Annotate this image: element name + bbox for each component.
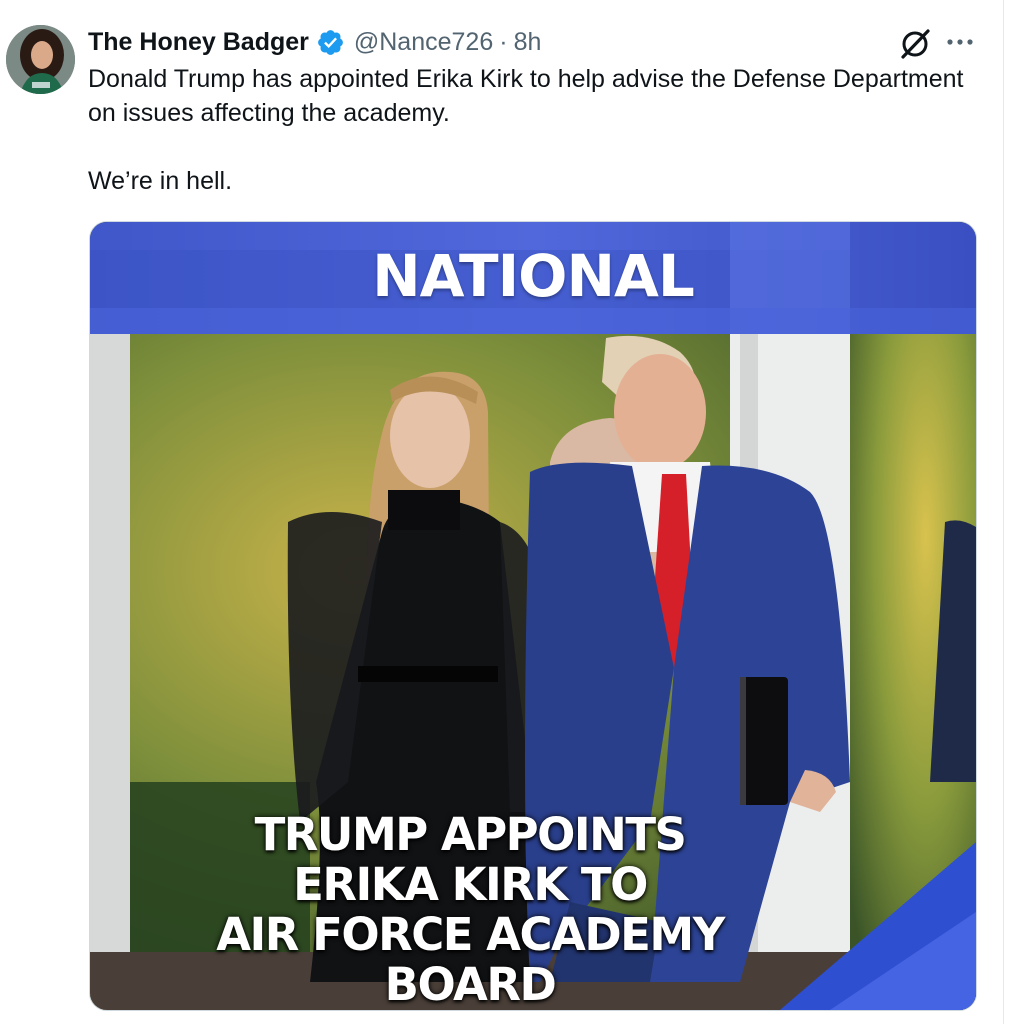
banner-title: NATIONAL <box>372 242 695 310</box>
timeline-divider <box>1003 0 1004 1024</box>
tweet-media-image[interactable]: NATIONAL TRUMP APPOINTS ERIKA KIRK TO AI… <box>89 221 977 1011</box>
grok-icon[interactable] <box>898 28 932 60</box>
avatar[interactable] <box>6 25 75 94</box>
tweet-text-paragraph-1: Donald Trump has appointed Erika Kirk to… <box>88 65 964 127</box>
media-headline: TRUMP APPOINTS ERIKA KIRK TO AIR FORCE A… <box>190 810 750 1010</box>
tweet-header: The Honey Badger @Nance726 · 8h <box>88 24 541 60</box>
tweet-text-paragraph-2: We’re in hell. <box>88 167 233 195</box>
verified-badge-icon <box>317 29 343 55</box>
headline-line: BOARD <box>384 958 557 1011</box>
separator-dot: · <box>499 27 508 56</box>
headline-line: TRUMP APPOINTS <box>254 808 687 861</box>
author-handle[interactable]: @Nance726 <box>354 28 493 57</box>
headline-line: AIR FORCE ACADEMY <box>216 908 725 961</box>
more-icon[interactable] <box>944 30 976 54</box>
headline-line: ERIKA KIRK TO <box>293 858 648 911</box>
display-name[interactable]: The Honey Badger <box>88 28 309 57</box>
tweet-text: Donald Trump has appointed Erika Kirk to… <box>88 62 988 198</box>
post-time[interactable]: 8h <box>514 28 542 57</box>
